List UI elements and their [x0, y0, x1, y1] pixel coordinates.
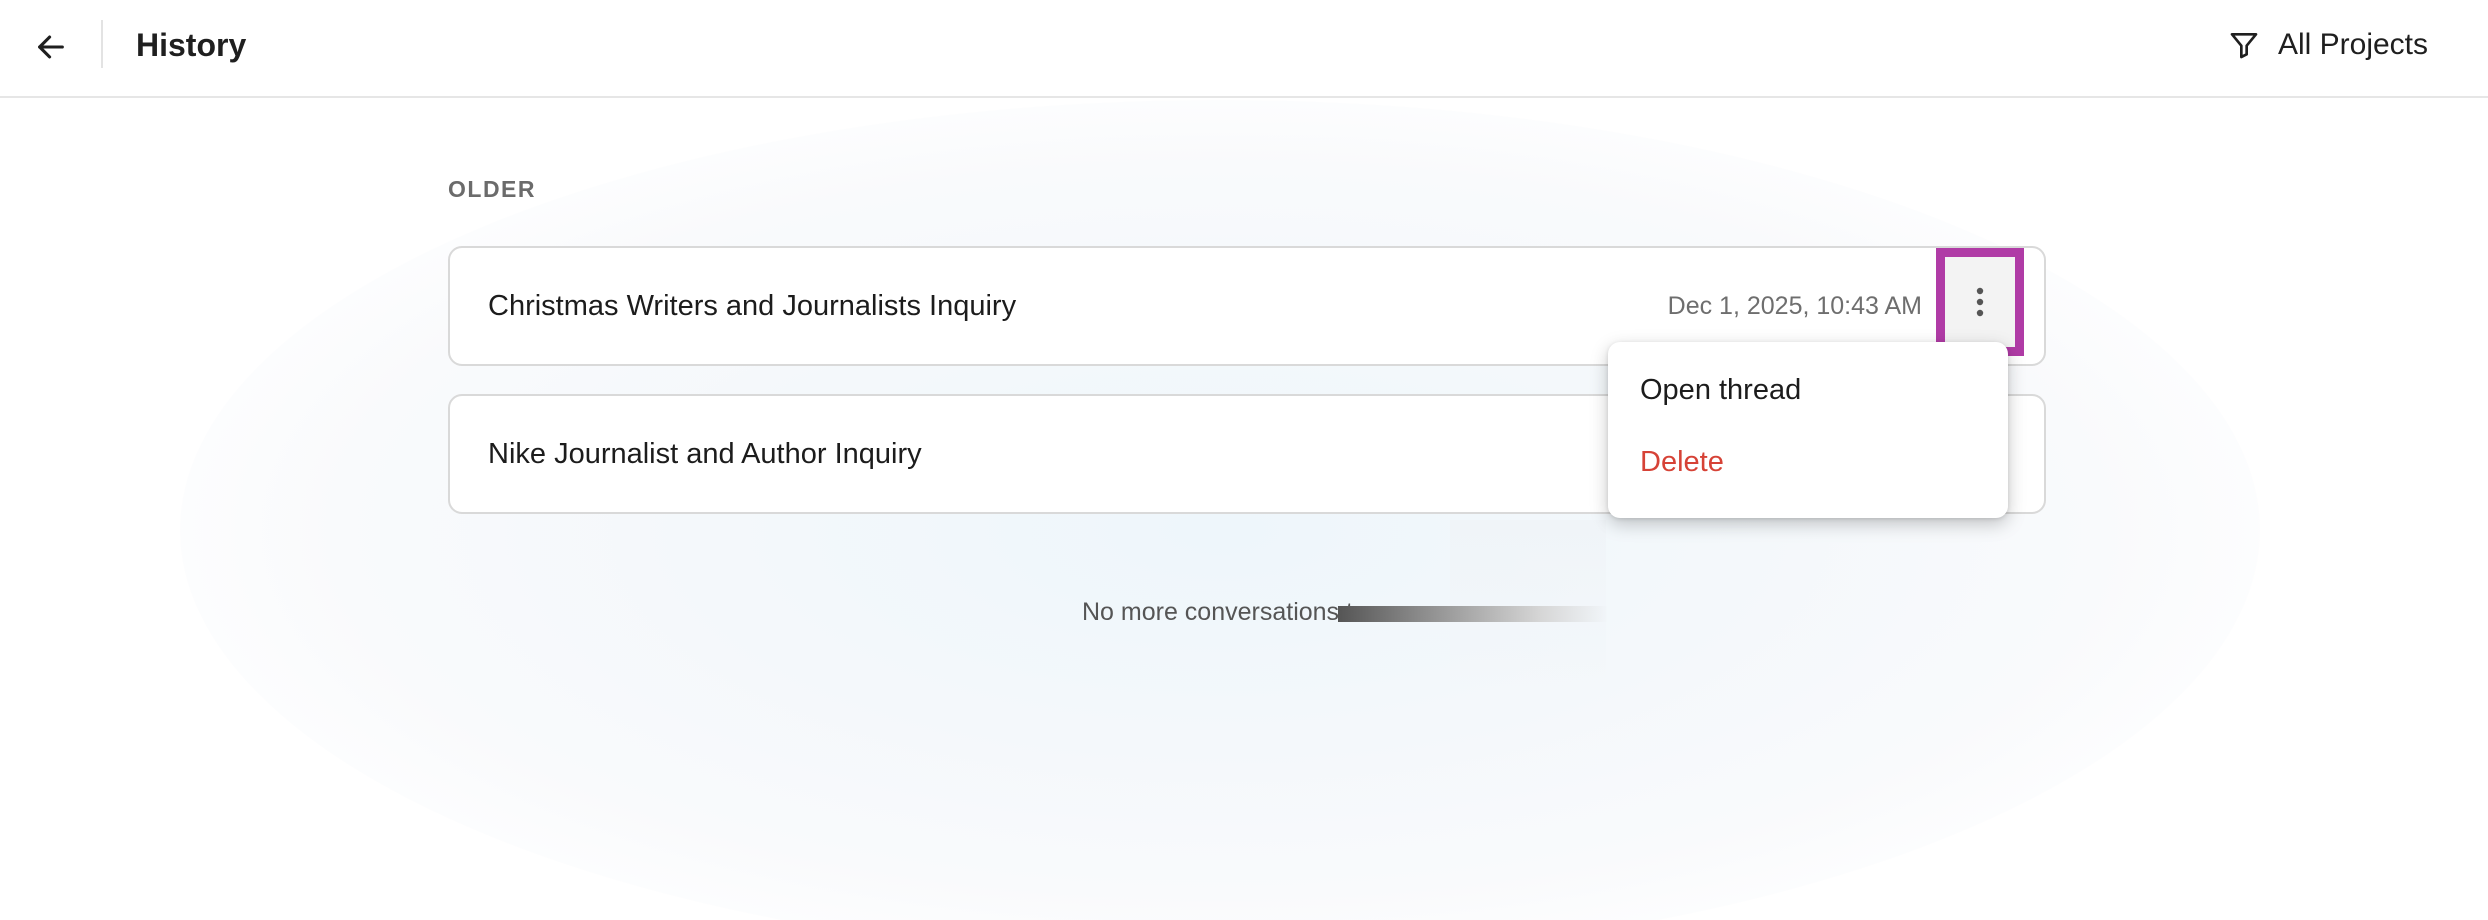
funnel-icon [2230, 33, 2258, 59]
open-thread-menu-item[interactable]: Open thread [1608, 354, 2008, 426]
section-label-older: OLDER [448, 176, 536, 202]
thread-title: Christmas Writers and Journalists Inquir… [488, 290, 1017, 322]
thread-title: Nike Journalist and Author Inquiry [488, 438, 922, 470]
header-divider [101, 20, 103, 68]
text-fade-overlay [1338, 606, 1608, 622]
delete-menu-item[interactable]: Delete [1608, 426, 2008, 498]
project-filter-button[interactable]: All Projects [2228, 22, 2428, 68]
thread-options-button[interactable] [1936, 248, 2024, 356]
vertical-ellipsis-icon [1976, 287, 1984, 317]
page-title: History [136, 27, 247, 63]
filter-label: All Projects [2277, 28, 2428, 61]
thread-context-menu: Open thread Delete [1608, 342, 2008, 518]
arrow-left-icon [38, 35, 64, 59]
end-of-list-note: No more conversations t [1082, 598, 1353, 626]
history-page: History All Projects OLDER Christmas Wri… [0, 0, 2488, 920]
top-bar: History All Projects [0, 0, 2488, 98]
back-button[interactable] [26, 22, 76, 72]
